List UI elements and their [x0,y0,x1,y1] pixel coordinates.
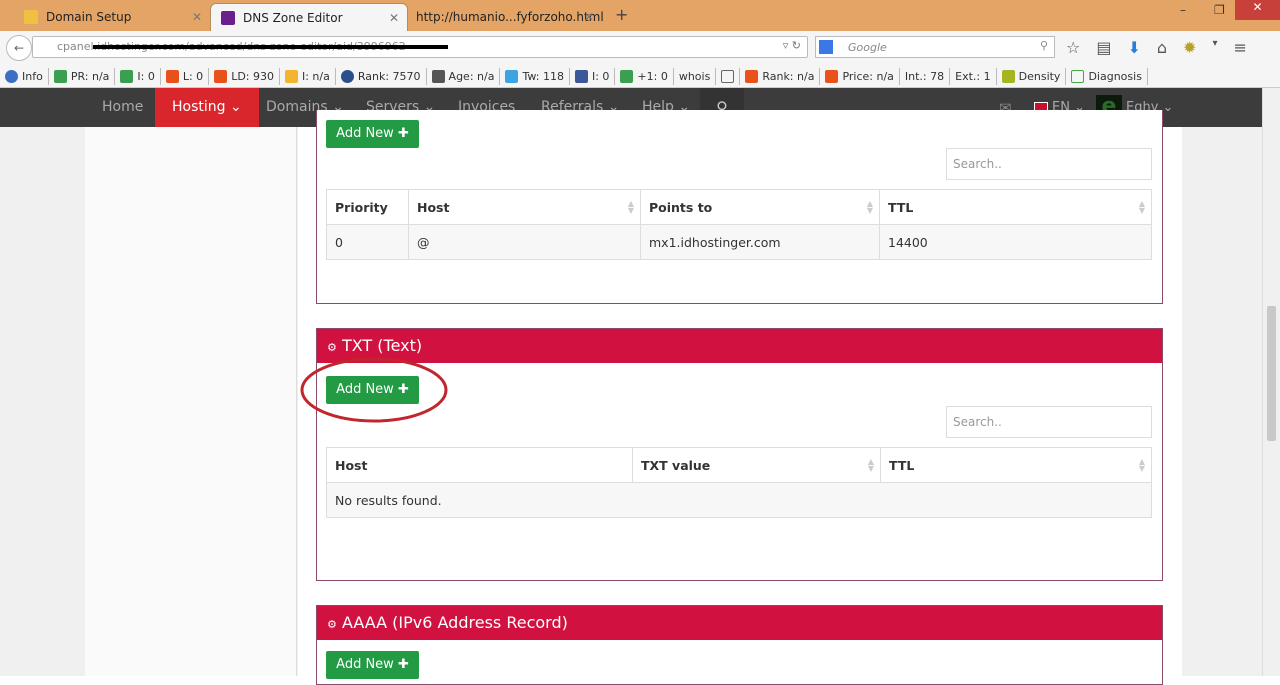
mx-search-input[interactable]: Search.. [946,148,1152,180]
bookmark-item[interactable]: I: 0 [115,67,161,85]
seo-toolbar: Info PR: n/a I: 0 L: 0 LD: 930 I: n/a Ra… [0,65,1280,88]
bookmark-item[interactable]: whois [674,67,717,85]
dropdown-icon[interactable]: ▾ [1212,38,1217,57]
column-header-points-to[interactable]: Points to ▲ ▼ [640,189,880,225]
column-header-host[interactable]: Host ▲ ▼ [408,189,641,225]
bookmark-item[interactable]: Rank: n/a [740,67,821,85]
mx-table: Priority Host ▲ ▼ Points to ▲ ▼ TTL ▲ ▼ 0 @ mx… [326,189,1152,260]
tab-domain-setup[interactable]: Domain Setup ✕ [14,3,210,31]
search-placeholder: Google [848,41,887,54]
column-header-priority[interactable]: Priority [326,189,409,225]
bookmark-item[interactable]: Int.: 78 [900,67,951,85]
column-header-ttl[interactable]: TTL ▲ ▼ [879,189,1152,225]
bookmark-item[interactable]: +1: 0 [615,67,674,85]
table-header: Host TXT value ▲ ▼ TTL ▲ ▼ [326,447,1152,483]
reading-list-icon[interactable]: ▤ [1096,38,1111,57]
sort-icon: ▲ ▼ [866,199,873,215]
tab-dns-zone-editor[interactable]: DNS Zone Editor ✕ [210,3,408,31]
bookmark-item[interactable]: Price: n/a [820,67,900,85]
extension-icon[interactable]: ✹ [1183,38,1196,57]
cogs-icon: ⚙ [327,618,337,631]
cell-host: @ [408,224,641,260]
bookmark-item[interactable]: PR: n/a [49,67,116,85]
txt-search-input[interactable]: Search.. [946,406,1152,438]
menu-icon[interactable]: ≡ [1233,38,1246,57]
cell-points-to: mx1.idhostinger.com [640,224,880,260]
cogs-icon: ⚙ [327,341,337,354]
bookmark-item[interactable]: Density [997,67,1067,85]
column-header-ttl[interactable]: TTL ▲ ▼ [880,447,1152,483]
tab-label: http://humanio...fyforzoho.html [416,10,604,24]
back-button[interactable]: ← [6,35,32,61]
table-header: Priority Host ▲ ▼ Points to ▲ ▼ TTL ▲ ▼ [326,189,1152,225]
minimize-button[interactable]: – [1180,3,1186,17]
bookmark-item[interactable]: Diagnosis [1066,67,1148,85]
close-tab-icon[interactable]: ✕ [192,10,202,24]
reload-icon[interactable]: ▿ ↻ [783,39,801,52]
column-header-host[interactable]: Host [326,447,633,483]
close-window-button[interactable]: ✕ [1235,0,1280,20]
aaaa-add-new-button[interactable]: Add New ✚ [326,651,419,679]
mail-icon [24,10,38,24]
new-tab-button[interactable]: + [615,5,628,24]
sort-icon: ▲ ▼ [627,199,634,215]
scrollbar-thumb[interactable] [1267,306,1276,441]
aaaa-panel: ⚙ AAAA (IPv6 Address Record) [316,605,1163,685]
download-icon[interactable]: ⬇ [1127,38,1140,57]
bookmark-item[interactable] [716,67,741,85]
mx-add-new-button[interactable]: Add New ✚ [326,120,419,148]
bookmark-item[interactable]: Age: n/a [427,67,501,85]
redaction-mark [93,45,448,49]
bookmark-item[interactable]: Rank: 7570 [336,67,427,85]
close-tab-icon[interactable]: ✕ [584,10,594,24]
bookmark-item[interactable]: Tw: 118 [500,67,570,85]
panel-title: AAAA (IPv6 Address Record) [341,613,568,632]
bookmark-item[interactable]: I: 0 [570,67,616,85]
bookmark-item[interactable]: Info [0,67,49,85]
aaaa-panel-header: ⚙ AAAA (IPv6 Address Record) [317,606,1162,640]
scrollbar[interactable] [1262,88,1280,676]
table-row: 0 @ mx1.idhostinger.com 14400 [326,224,1152,260]
nav-hosting[interactable]: Hosting ⌄ [155,88,259,127]
sort-icon: ▲ ▼ [867,457,874,473]
column-header-txt-value[interactable]: TXT value ▲ ▼ [632,447,881,483]
browser-tab-bar: Domain Setup ✕ DNS Zone Editor ✕ http://hu… [0,0,1280,31]
cell-priority: 0 [326,224,409,260]
nav-home[interactable]: Home [102,88,143,127]
search-icon[interactable]: ⚲ [1040,39,1048,52]
bookmark-item[interactable]: LD: 930 [209,67,280,85]
url-bar[interactable]: cpanel.idhostinger.com/advanced/dns-zone… [32,36,808,58]
hostinger-icon [221,10,235,25]
panel-title: TXT (Text) [341,336,423,355]
close-tab-icon[interactable]: ✕ [389,11,399,25]
home-icon[interactable]: ⌂ [1157,38,1167,57]
annotation-circle [300,357,448,423]
google-icon [819,40,833,54]
tab-humanio[interactable]: http://humanio...fyforzoho.html ✕ [406,3,604,31]
table-row-empty: No results found. [326,482,1152,518]
sort-icon: ▲ ▼ [1138,199,1145,215]
maximize-button[interactable]: ❐ [1214,3,1225,17]
sidebar [85,127,297,676]
tab-label: Domain Setup [46,10,132,24]
browser-icons: ☆ ▤ ⬇ ⌂ ✹ ▾ ≡ [1066,38,1247,57]
tab-label: DNS Zone Editor [243,10,343,25]
txt-table: Host TXT value ▲ ▼ TTL ▲ ▼ No results found. [326,447,1152,518]
empty-message: No results found. [326,482,1152,518]
bookmark-item[interactable]: Ext.: 1 [950,67,997,85]
cell-ttl: 14400 [879,224,1152,260]
bookmark-item[interactable]: I: n/a [280,67,336,85]
bookmark-item[interactable]: L: 0 [161,67,210,85]
search-bar[interactable]: Google ⚲ [815,36,1055,58]
star-icon[interactable]: ☆ [1066,38,1080,57]
sort-icon: ▲ ▼ [1138,457,1145,473]
